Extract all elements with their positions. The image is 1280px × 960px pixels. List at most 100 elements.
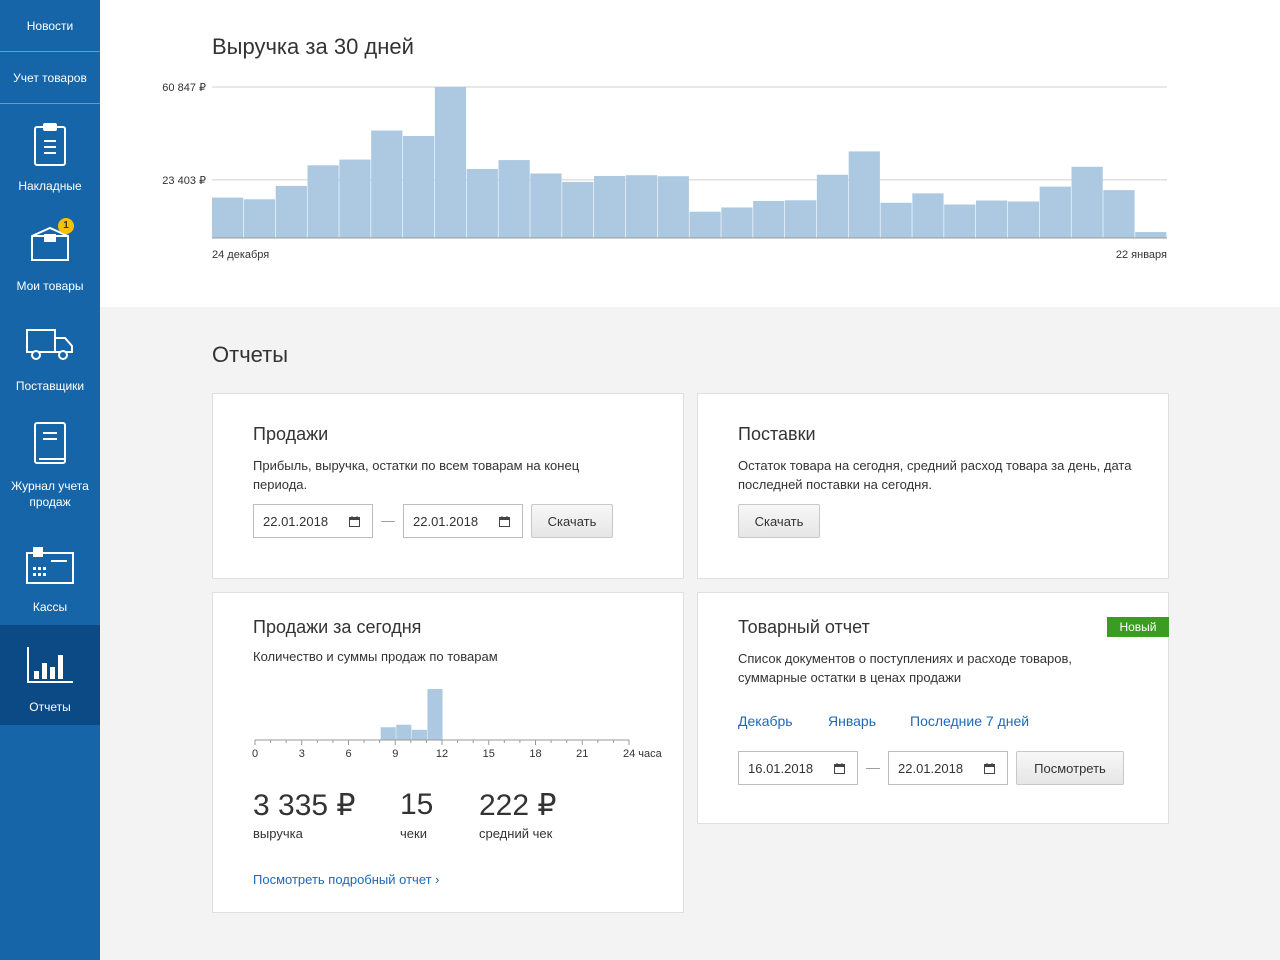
revenue-value: 3 335 ₽ bbox=[253, 789, 356, 822]
x-tick-label: 24 часа bbox=[623, 748, 663, 760]
sales-date-to-input[interactable]: 22.01.2018 bbox=[403, 504, 523, 538]
date-value: 22.01.2018 bbox=[413, 513, 479, 529]
period-link-last-7-days[interactable]: Последние 7 дней bbox=[910, 713, 1029, 729]
y-tick-label: 60 847 ₽ bbox=[162, 82, 206, 94]
revenue-bar[interactable] bbox=[403, 136, 435, 238]
sidebar-item-invoices[interactable]: Накладные bbox=[0, 104, 100, 204]
revenue-bar[interactable] bbox=[498, 160, 530, 238]
sidebar-item-label: Кассы bbox=[32, 600, 68, 614]
revenue-bar[interactable] bbox=[625, 175, 658, 238]
date-value: 16.01.2018 bbox=[748, 760, 814, 776]
revenue-bar[interactable] bbox=[243, 199, 276, 238]
hourly-sales-bar[interactable] bbox=[411, 729, 427, 740]
revenue-bar[interactable] bbox=[434, 87, 467, 238]
revenue-bar[interactable] bbox=[466, 169, 498, 238]
x-tick-label: 3 bbox=[299, 748, 305, 760]
sidebar-item-label: Учет товаров bbox=[13, 70, 87, 85]
sidebar-item-sales-journal[interactable]: Журнал учета продаж bbox=[0, 404, 100, 525]
x-tick-label: 18 bbox=[529, 748, 541, 760]
sales-report-card: Продажи Прибыль, выручка, остатки по все… bbox=[212, 393, 684, 579]
sidebar-item-registers[interactable]: Кассы bbox=[0, 525, 100, 625]
revenue-bar[interactable] bbox=[562, 181, 594, 238]
hourly-sales-bar[interactable] bbox=[380, 727, 396, 740]
sidebar-item-my-goods[interactable]: 1 Мои товары bbox=[0, 204, 100, 304]
date-range-dash: — bbox=[381, 512, 395, 528]
hourly-sales-bar[interactable] bbox=[396, 724, 412, 740]
hourly-sales-bar[interactable] bbox=[427, 689, 443, 740]
reports-title: Отчеты bbox=[212, 342, 289, 367]
revenue-bar[interactable] bbox=[530, 173, 562, 238]
supplies-download-button[interactable]: Скачать bbox=[738, 504, 820, 538]
new-badge: Новый bbox=[1107, 617, 1169, 637]
revenue-bar[interactable] bbox=[339, 159, 371, 238]
date-range-dash: — bbox=[866, 759, 880, 775]
sidebar: Новости Учет товаров Накладные 1 Мои тов… bbox=[0, 0, 100, 960]
average-check-value: 222 ₽ bbox=[479, 789, 557, 822]
revenue-chart: 60 847 ₽ 23 403 ₽ 24 декабря 22 января bbox=[162, 82, 1167, 261]
revenue-panel: Выручка за 30 дней 60 847 ₽23 403 ₽24 де… bbox=[100, 0, 1280, 307]
revenue-bar[interactable] bbox=[212, 197, 244, 238]
revenue-bar[interactable] bbox=[307, 165, 339, 238]
calendar-icon[interactable] bbox=[984, 763, 995, 774]
calendar-icon[interactable] bbox=[349, 516, 360, 527]
book-icon bbox=[22, 418, 78, 470]
x-tick-label: 15 bbox=[483, 748, 495, 760]
sidebar-item-label: Отчеты bbox=[29, 700, 71, 714]
period-link-december[interactable]: Декабрь bbox=[738, 713, 793, 729]
revenue-label: выручка bbox=[253, 826, 303, 841]
box-icon: 1 bbox=[22, 218, 78, 270]
today-sales-chart: 0 3 6 9 12 15 18 21 24 часа bbox=[252, 689, 663, 760]
supplies-card-description: Остаток товара на сегодня, средний расхо… bbox=[738, 458, 1132, 492]
goods-card-title: Товарный отчет bbox=[738, 617, 870, 637]
revenue-bar[interactable] bbox=[1135, 232, 1167, 238]
revenue-bar[interactable] bbox=[1071, 166, 1103, 238]
calendar-icon[interactable] bbox=[834, 763, 845, 774]
sidebar-item-label: Новости bbox=[26, 18, 74, 33]
y-tick-label: 23 403 ₽ bbox=[162, 175, 206, 187]
sidebar-item-label: Мои товары bbox=[16, 279, 84, 293]
revenue-bar[interactable] bbox=[657, 176, 689, 238]
sales-date-from-input[interactable]: 22.01.2018 bbox=[253, 504, 373, 538]
revenue-bar[interactable] bbox=[371, 130, 403, 238]
goods-date-to-input[interactable]: 22.01.2018 bbox=[888, 751, 1008, 785]
revenue-bar[interactable] bbox=[944, 204, 976, 238]
sidebar-item-inventory[interactable]: Учет товаров bbox=[0, 52, 100, 104]
detailed-report-link[interactable]: Посмотреть подробный отчет › bbox=[253, 872, 440, 887]
revenue-bar[interactable] bbox=[912, 193, 944, 238]
average-check-label: средний чек bbox=[479, 826, 553, 841]
sidebar-item-label: Журнал учета продаж bbox=[11, 479, 89, 509]
revenue-bar[interactable] bbox=[594, 175, 626, 238]
sidebar-item-label: Накладные bbox=[18, 179, 82, 193]
x-tick-label: 21 bbox=[576, 748, 588, 760]
count-badge: 1 bbox=[58, 218, 74, 234]
revenue-bar[interactable] bbox=[721, 207, 753, 238]
date-value: 22.01.2018 bbox=[263, 513, 329, 529]
period-link-january[interactable]: Январь bbox=[828, 713, 876, 729]
goods-date-from-input[interactable]: 16.01.2018 bbox=[738, 751, 858, 785]
cash-register-icon bbox=[22, 539, 78, 591]
revenue-bar[interactable] bbox=[785, 200, 817, 238]
revenue-bar[interactable] bbox=[976, 200, 1008, 238]
supplies-card-title: Поставки bbox=[738, 424, 816, 444]
revenue-bar[interactable] bbox=[1039, 186, 1071, 238]
revenue-bar[interactable] bbox=[753, 201, 785, 238]
sales-card-description: Прибыль, выручка, остатки по всем товара… bbox=[253, 458, 580, 492]
calendar-icon[interactable] bbox=[499, 516, 510, 527]
today-sales-card: Продажи за сегодня Количество и суммы пр… bbox=[212, 592, 684, 913]
revenue-bar[interactable] bbox=[880, 202, 912, 238]
sales-download-button[interactable]: Скачать bbox=[531, 504, 613, 538]
goods-view-button[interactable]: Посмотреть bbox=[1016, 751, 1124, 785]
revenue-bar[interactable] bbox=[1103, 190, 1135, 238]
revenue-bar[interactable] bbox=[848, 151, 880, 238]
sidebar-item-news[interactable]: Новости bbox=[0, 0, 100, 52]
sales-card-title: Продажи bbox=[253, 424, 329, 444]
revenue-bar[interactable] bbox=[816, 174, 849, 238]
x-tick-label: 12 bbox=[436, 748, 448, 760]
revenue-bar[interactable] bbox=[689, 211, 721, 238]
truck-icon bbox=[22, 318, 78, 370]
revenue-bar[interactable] bbox=[1007, 201, 1040, 238]
sidebar-item-suppliers[interactable]: Поставщики bbox=[0, 304, 100, 404]
goods-card-description: Список документов о поступлениях и расхо… bbox=[738, 651, 1072, 685]
sidebar-item-reports[interactable]: Отчеты bbox=[0, 625, 100, 725]
revenue-bar[interactable] bbox=[275, 185, 307, 238]
